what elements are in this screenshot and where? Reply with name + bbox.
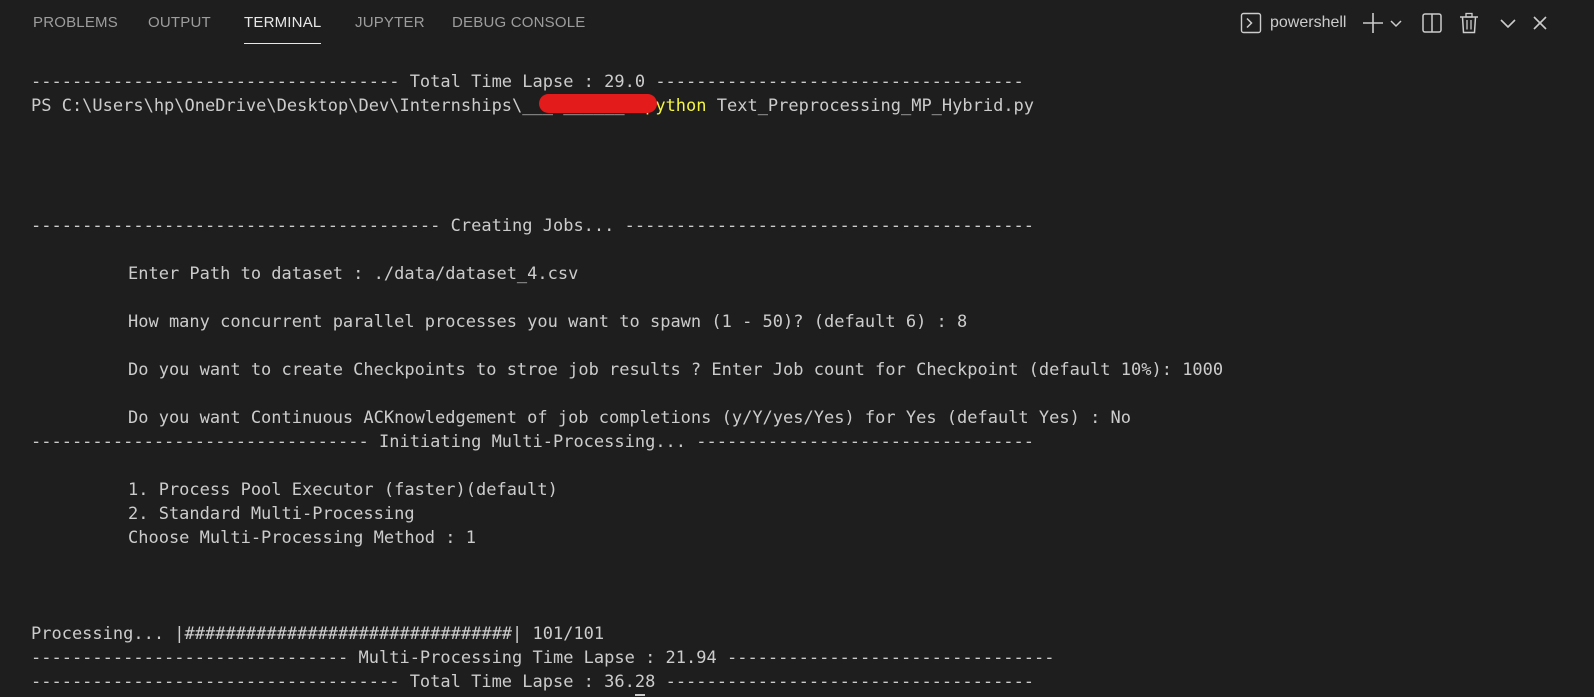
creating-jobs-line: ----------------------------------------… [31, 216, 1035, 236]
terminal-icon[interactable] [1237, 9, 1265, 37]
total-time-final-line: ------------------------------------ Tot… [31, 670, 1571, 696]
close-icon[interactable] [1526, 9, 1554, 37]
prompt-args: Text_Preprocessing_MP_Hybrid.py [706, 96, 1035, 116]
choose-method-line: Choose Multi-Processing Method : 1 [128, 528, 476, 548]
panel-tab-bar: PROBLEMS OUTPUT TERMINAL JUPYTER DEBUG C… [0, 0, 1594, 46]
acknowledgement-line: Do you want Continuous ACKnowledgement o… [128, 408, 1132, 428]
prompt-line: PS C:\Users\hp\OneDrive\Desktop\Dev\Inte… [31, 94, 1571, 118]
tab-debug-console[interactable]: DEBUG CONSOLE [452, 14, 585, 31]
active-tab-indicator [244, 43, 322, 44]
tab-problems[interactable]: PROBLEMS [33, 14, 118, 31]
split-terminal-icon[interactable] [1418, 9, 1446, 37]
option-two-line: 2. Standard Multi-Processing [128, 504, 415, 524]
redaction-mark [539, 94, 657, 113]
chevron-down-icon[interactable] [1386, 9, 1406, 37]
total-time-line: ------------------------------------ Tot… [31, 72, 1024, 92]
tab-jupyter[interactable]: JUPYTER [355, 14, 425, 31]
processing-progress-line: Processing... |#########################… [31, 624, 605, 644]
processes-line: How many concurrent parallel processes y… [128, 312, 968, 332]
plus-icon[interactable] [1359, 9, 1387, 37]
terminal-output[interactable]: ------------------------------------ Tot… [31, 70, 1571, 696]
checkpoints-line: Do you want to create Checkpoints to str… [128, 360, 1224, 380]
total-time-final-a: ------------------------------------ Tot… [31, 672, 635, 692]
total-time-final-c: 8 ------------------------------------ [645, 672, 1035, 692]
trash-icon[interactable] [1455, 9, 1483, 37]
tab-output[interactable]: OUTPUT [148, 14, 211, 31]
terminal-panel: PROBLEMS OUTPUT TERMINAL JUPYTER DEBUG C… [0, 0, 1594, 697]
maximize-panel-chevron-icon[interactable] [1494, 9, 1522, 37]
terminal-cursor: 2 [634, 670, 646, 696]
option-one-line: 1. Process Pool Executor (faster)(defaul… [128, 480, 558, 500]
tab-terminal-label: TERMINAL [244, 14, 322, 31]
terminal-shell-name[interactable]: powershell [1270, 14, 1346, 32]
tab-terminal[interactable]: TERMINAL [244, 14, 322, 44]
initiating-line: --------------------------------- Initia… [31, 432, 1035, 452]
dataset-path-line: Enter Path to dataset : ./data/dataset_4… [128, 264, 579, 284]
mp-time-lapse-line: ------------------------------- Multi-Pr… [31, 648, 1055, 668]
